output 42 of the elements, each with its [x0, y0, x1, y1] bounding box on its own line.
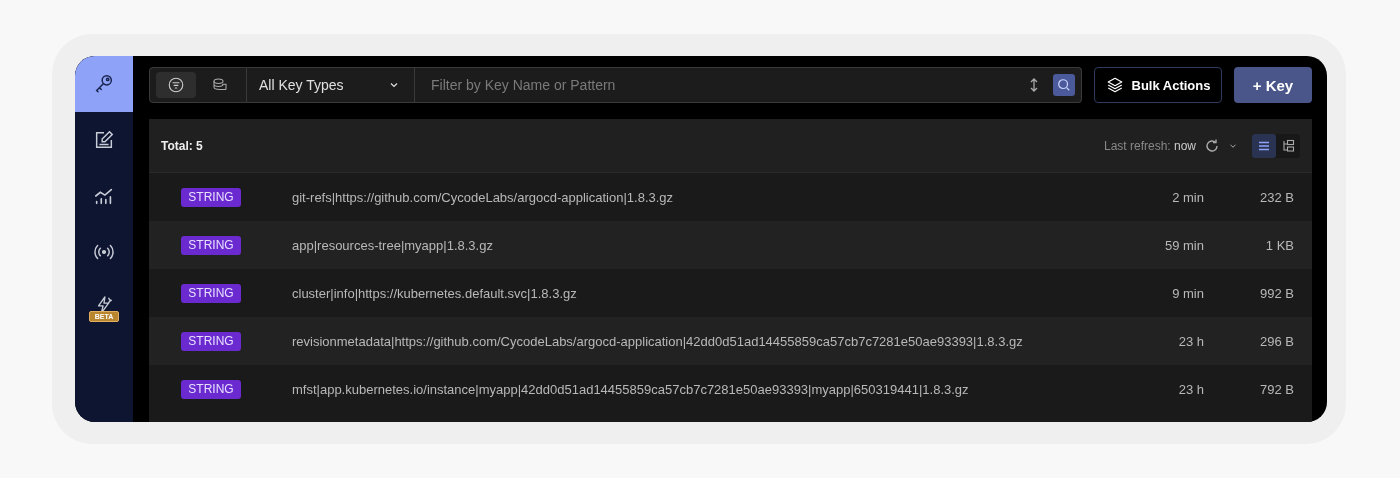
edit-icon	[93, 129, 115, 151]
search-icon	[1057, 78, 1071, 92]
ttl-value: 23 h	[1177, 333, 1204, 349]
mode-toggle[interactable]	[156, 72, 196, 98]
ttl-value: 9 min	[1171, 285, 1204, 301]
tree-icon	[1281, 138, 1295, 153]
key-name: mfst|app.kubernetes.io/instance|myapp|42dd0d51ad14455859ca57cb7c7281e50ae93393|myapp|650319441|1.8.3.gz	[292, 381, 970, 397]
ttl-value: 2 min	[1171, 189, 1204, 205]
type-badge: STRING	[181, 283, 241, 303]
type-badge: STRING	[181, 235, 241, 255]
type-badge: STRING	[181, 379, 241, 399]
key-type-dropdown[interactable]: All Key Types	[247, 67, 415, 103]
bulk-actions-button[interactable]: Bulk Actions	[1094, 67, 1222, 103]
type-badge: STRING	[181, 187, 241, 207]
refresh-icon[interactable]	[1204, 137, 1220, 154]
total-count: Total: 5	[161, 138, 204, 153]
layers-icon	[1105, 76, 1124, 94]
add-key-button[interactable]: + Key	[1234, 67, 1312, 103]
size-value: 232 B	[1259, 189, 1294, 205]
size-value: 792 B	[1259, 381, 1294, 397]
key-icon	[93, 73, 115, 95]
size-value: 296 B	[1259, 333, 1294, 349]
ttl-value: 23 h	[1177, 381, 1204, 397]
key-name: git-refs|https://github.com/CycodeLabs/argocd-application|1.8.3.gz	[292, 189, 675, 205]
filter-icon	[167, 76, 185, 94]
view-toggle[interactable]	[1252, 133, 1276, 158]
key-name: app|resources-tree|myapp|1.8.3.gz	[292, 237, 494, 253]
size-value: 992 B	[1259, 285, 1294, 301]
key-name: revisionmetadata|https://github.com/CycodeLabs/argocd-application|42dd0d51ad14455859ca57cb7c7281e50ae93393|1.8.3.gz	[292, 333, 1024, 349]
key-row[interactable]: STRING revisionmetadata|https://github.com/CycodeLabs/argocd-application|42dd0d51ad14455859ca57cb7c7281e50ae93393|1.8.3.gz 23 h 296 B	[149, 317, 1312, 365]
last-refresh-text: Last refresh: now	[1103, 138, 1196, 153]
key-row[interactable]: STRING git-refs|https://github.com/CycodeLabs/argocd-application|1.8.3.gz 2 min 232 B	[149, 173, 1312, 221]
key-name: cluster|info|https://kubernetes.default.svc|1.8.3.gz	[292, 285, 578, 301]
ttl-value: 59 min	[1163, 237, 1204, 253]
key-row[interactable]: STRING mfst|app.kubernetes.io/instance|myapp|42dd0d51ad14455859ca57cb7c7281e50ae93393|myapp|650319441|1.8.3.gz 23 h 792 B	[149, 365, 1312, 413]
size-value: 1 KB	[1264, 237, 1294, 253]
key-row[interactable]: STRING app|resources-tree|myapp|1.8.3.gz 59 min 1 KB	[149, 221, 1312, 269]
search-field[interactable]: Filter by Key Name or Pattern	[415, 67, 1027, 103]
key-row[interactable]: STRING cluster|info|https://kubernetes.default.svc|1.8.3.gz 9 min 992 B	[149, 269, 1312, 317]
type-badge: STRING	[181, 331, 241, 351]
search-button[interactable]	[1053, 74, 1075, 96]
nav-item[interactable]	[75, 56, 133, 112]
